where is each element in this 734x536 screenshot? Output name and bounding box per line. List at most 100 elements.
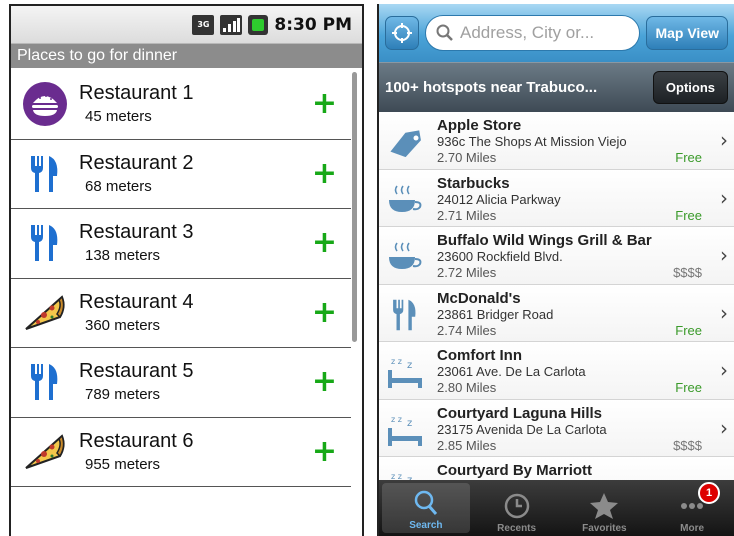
chevron-right-icon: › <box>720 185 728 210</box>
chevron-right-icon: › <box>720 300 728 325</box>
restaurant-name: Restaurant 3 <box>79 221 194 244</box>
chevron-right-icon: › <box>720 358 728 382</box>
place-price: Free <box>675 322 702 338</box>
bed-icon: z zz <box>385 410 425 450</box>
place-distance: 2.74 Miles <box>437 322 497 338</box>
pizza-icon <box>19 426 71 478</box>
list-item[interactable]: Restaurant 2 68 meters + <box>11 140 351 209</box>
place-address: 936c The Shops At Mission Viejo <box>437 134 627 149</box>
tab-label: Favorites <box>582 523 627 534</box>
search-input[interactable]: Address, City or... <box>425 15 641 51</box>
list-item[interactable]: Buffalo Wild Wings Grill & Bar 23600 Roc… <box>379 227 734 285</box>
results-count: 100+ hotspots near Trabuco... <box>385 79 598 96</box>
restaurant-name: Restaurant 6 <box>79 429 194 452</box>
search-icon <box>436 24 453 41</box>
list-item[interactable]: Restaurant 3 138 meters + <box>11 209 351 279</box>
tab-recents[interactable]: Recents <box>473 480 561 536</box>
places-list: Apple Store 936c The Shops At Mission Vi… <box>379 112 734 515</box>
chevron-right-icon: › <box>720 415 728 440</box>
restaurant-name: Restaurant 4 <box>79 290 194 313</box>
tab-label: Recents <box>497 523 537 534</box>
chevron-right-icon: › <box>720 243 728 267</box>
place-address: 23600 Rockfield Blvd. <box>437 249 563 264</box>
list-item[interactable]: McDonald's 23861 Bridger Road 2.74 Miles… <box>379 284 734 342</box>
place-distance: 2.80 Miles <box>437 380 497 395</box>
status-bar: 3G 8:30 PM <box>11 6 362 44</box>
place-distance: 2.85 Miles <box>437 437 497 453</box>
fork-knife-icon <box>19 356 71 408</box>
network-3g-icon: 3G <box>192 14 215 35</box>
list-header: Places to go for dinner <box>11 44 362 68</box>
place-address: 23861 Bridger Road <box>437 306 554 322</box>
place-name: Starbucks <box>437 174 510 192</box>
list-item[interactable]: Restaurant 5 789 meters + <box>11 348 351 418</box>
place-name: Courtyard Laguna Hills <box>437 404 603 422</box>
list-item[interactable]: Restaurant 6 955 meters + <box>11 418 351 487</box>
signal-icon <box>220 14 243 35</box>
ios-phone: Address, City or... Map View 100+ hotspo… <box>377 4 734 536</box>
scrollbar[interactable] <box>352 72 357 342</box>
options-button[interactable]: Options <box>652 71 728 104</box>
list-item[interactable]: Restaurant 4 360 meters + <box>11 279 351 348</box>
restaurant-name: Restaurant 1 <box>79 82 194 105</box>
restaurant-distance: 955 meters <box>85 455 161 473</box>
fork-knife-icon <box>385 295 425 335</box>
search-icon <box>414 490 438 515</box>
locate-button[interactable] <box>385 16 419 50</box>
add-button[interactable]: + <box>312 436 337 467</box>
place-price: Free <box>675 150 702 165</box>
place-address: 23061 Ave. De La Carlota <box>437 364 586 379</box>
search-placeholder: Address, City or... <box>460 23 595 42</box>
map-view-button[interactable]: Map View <box>646 16 728 50</box>
svg-text:z: z <box>407 418 412 429</box>
list-item[interactable]: Starbucks 24012 Alicia Parkway 2.71 Mile… <box>379 169 734 227</box>
top-toolbar: Address, City or... Map View <box>379 4 734 62</box>
tab-bar: Search Recents Favorites More 1 <box>379 480 734 536</box>
place-distance: 2.70 Miles <box>437 150 497 165</box>
tab-label: Search <box>409 520 443 531</box>
restaurant-distance: 360 meters <box>85 316 161 334</box>
tab-label: More <box>680 523 705 534</box>
place-price: Free <box>675 207 702 223</box>
coffee-icon <box>385 237 425 277</box>
svg-text:z z: z z <box>391 415 402 424</box>
battery-icon <box>248 14 269 35</box>
list-item[interactable]: z z z Courtyard Laguna Hills 23175 Avenid… <box>379 399 734 457</box>
pizza-icon <box>19 287 71 339</box>
list-item[interactable]: Restaurant 1 45 meters + <box>11 70 351 140</box>
crosshair-icon <box>392 23 412 43</box>
status-time: 8:30 PM <box>274 14 352 35</box>
coffee-icon <box>385 180 425 220</box>
place-name: Courtyard By Marriott <box>437 462 593 479</box>
tab-favorites[interactable]: Favorites <box>561 480 649 536</box>
place-name: Apple Store <box>437 117 522 134</box>
tab-search[interactable]: Search <box>382 483 470 533</box>
chevron-right-icon: › <box>720 128 728 152</box>
place-name: McDonald's <box>437 289 521 307</box>
place-name: Comfort Inn <box>437 347 522 364</box>
fork-knife-icon <box>19 148 71 200</box>
restaurant-distance: 45 meters <box>85 108 152 126</box>
tab-more[interactable]: More 1 <box>648 480 734 536</box>
android-phone: 3G 8:30 PM Places to go for dinner Resta… <box>9 4 364 536</box>
add-button[interactable]: + <box>312 158 337 189</box>
add-button[interactable]: + <box>312 367 337 397</box>
place-distance: 2.71 Miles <box>437 207 497 223</box>
notification-badge: 1 <box>698 482 720 504</box>
svg-text:z z: z z <box>391 357 402 366</box>
screenshot-root: 3G 8:30 PM Places to go for dinner Resta… <box>0 0 734 536</box>
place-price: $$$$ <box>673 265 702 280</box>
tag-icon <box>385 122 425 162</box>
add-button[interactable]: + <box>312 89 337 119</box>
svg-text:z: z <box>407 360 412 371</box>
list-item[interactable]: Apple Store 936c The Shops At Mission Vi… <box>379 112 734 170</box>
add-button[interactable]: + <box>312 297 337 328</box>
burger-icon <box>19 78 71 130</box>
clock-icon <box>504 493 529 519</box>
restaurant-name: Restaurant 2 <box>79 151 194 174</box>
list-item[interactable]: z z z Comfort Inn 23061 Ave. De La Carlot… <box>379 342 734 400</box>
fork-knife-icon <box>19 217 71 269</box>
place-name: Buffalo Wild Wings Grill & Bar <box>437 232 652 249</box>
results-bar: 100+ hotspots near Trabuco... Options <box>379 62 734 112</box>
add-button[interactable]: + <box>312 228 337 258</box>
